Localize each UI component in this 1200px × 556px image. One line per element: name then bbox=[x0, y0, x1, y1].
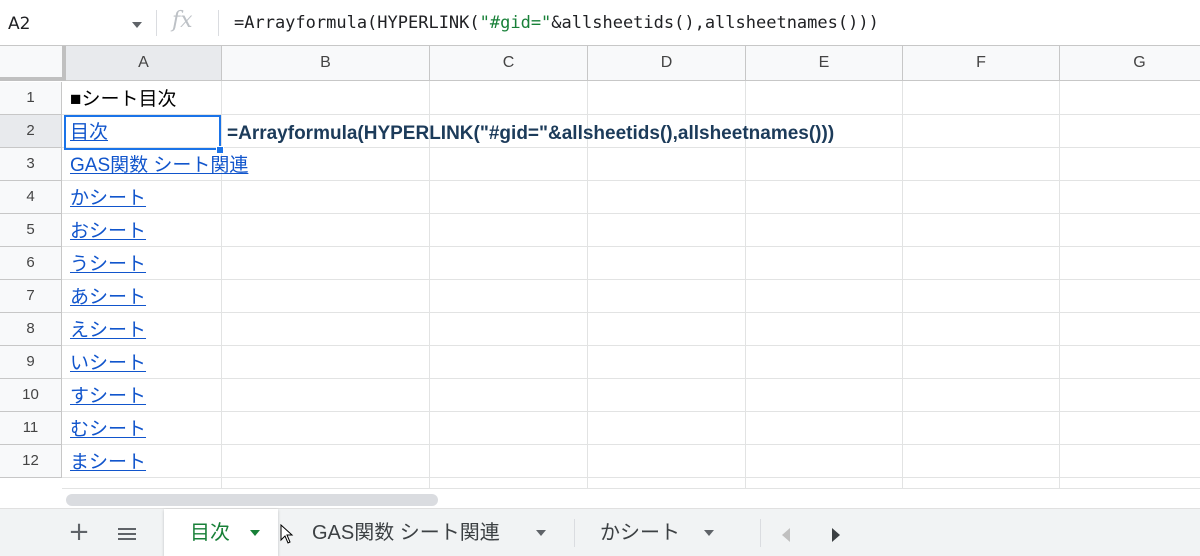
spreadsheet-grid[interactable]: A B C D E F G 1 2 3 4 5 6 7 8 9 10 11 12… bbox=[0, 46, 1200, 488]
gridline bbox=[221, 81, 222, 488]
formula-string-literal: "#gid=" bbox=[479, 13, 552, 33]
gridline bbox=[62, 246, 1200, 247]
column-header-f[interactable]: F bbox=[903, 46, 1060, 81]
chevron-down-icon[interactable] bbox=[250, 530, 260, 536]
formula-suffix: &allsheetids(),allsheetnames())) bbox=[551, 13, 879, 33]
chevron-down-icon[interactable] bbox=[704, 530, 714, 536]
gridline bbox=[62, 312, 1200, 313]
gridline bbox=[1059, 81, 1060, 488]
formula-input[interactable]: =Arrayformula(HYPERLINK("#gid="&allsheet… bbox=[234, 13, 879, 33]
column-header-c[interactable]: C bbox=[430, 46, 588, 81]
cell-a12-link[interactable]: まシート bbox=[70, 446, 146, 479]
gridline bbox=[62, 444, 1200, 445]
cell-a8-link[interactable]: えシート bbox=[70, 314, 146, 347]
sheet-tab-label: かシート bbox=[600, 522, 680, 544]
cell-a5-link[interactable]: おシート bbox=[70, 215, 146, 248]
divider bbox=[574, 519, 575, 547]
row-header-10[interactable]: 10 bbox=[0, 379, 62, 412]
select-all-corner[interactable] bbox=[0, 46, 66, 81]
gridline bbox=[62, 477, 1200, 478]
sheet-tab-label: 目次 bbox=[190, 522, 230, 544]
column-header-a[interactable]: A bbox=[66, 46, 222, 81]
column-header-d[interactable]: D bbox=[588, 46, 746, 81]
row-header-3[interactable]: 3 bbox=[0, 148, 62, 181]
column-header-b[interactable]: B bbox=[222, 46, 430, 81]
row-header-12[interactable]: 12 bbox=[0, 445, 62, 478]
divider bbox=[156, 10, 157, 36]
fx-icon: fx bbox=[172, 8, 193, 33]
gridline bbox=[62, 114, 1200, 115]
cell-b2-formula-text: =Arrayformula(HYPERLINK("#gid="&allsheet… bbox=[227, 123, 835, 144]
scrollbar-thumb[interactable] bbox=[66, 494, 438, 506]
row-header-9[interactable]: 9 bbox=[0, 346, 62, 379]
gridline bbox=[902, 81, 903, 488]
cell-a6-link[interactable]: うシート bbox=[70, 248, 146, 281]
gridline bbox=[62, 411, 1200, 412]
formula-bar: A2 fx =Arrayformula(HYPERLINK("#gid="&al… bbox=[0, 0, 1200, 46]
sheet-tab-label: GAS関数 シート関連 bbox=[312, 522, 500, 544]
chevron-down-icon[interactable] bbox=[536, 530, 546, 536]
divider bbox=[760, 519, 761, 547]
add-sheet-button[interactable]: + bbox=[66, 517, 92, 547]
row-header-5[interactable]: 5 bbox=[0, 214, 62, 247]
row-header-1[interactable]: 1 bbox=[0, 82, 62, 115]
cell-a9-link[interactable]: いシート bbox=[70, 347, 146, 380]
cell-a4-link[interactable]: かシート bbox=[70, 182, 146, 215]
scroll-tabs-left-icon[interactable] bbox=[782, 528, 790, 542]
chevron-down-icon[interactable] bbox=[132, 22, 142, 28]
cell-selection-border bbox=[64, 115, 221, 150]
all-sheets-menu-icon[interactable] bbox=[118, 528, 136, 542]
row-header-6[interactable]: 6 bbox=[0, 247, 62, 280]
cell-a1[interactable]: ■シート目次 bbox=[70, 83, 176, 116]
sheet-tab[interactable]: かシート bbox=[578, 509, 738, 556]
cell-a7-link[interactable]: あシート bbox=[70, 281, 146, 314]
row-header-4[interactable]: 4 bbox=[0, 181, 62, 214]
mouse-cursor-icon bbox=[280, 524, 294, 544]
sheet-tabs-bar: + 目次 GAS関数 シート関連 かシート bbox=[0, 508, 1200, 556]
cell-a11-link[interactable]: むシート bbox=[70, 413, 146, 446]
sheet-tab[interactable]: GAS関数 シート関連 bbox=[290, 509, 560, 556]
row-header-11[interactable]: 11 bbox=[0, 412, 62, 445]
column-header-e[interactable]: E bbox=[746, 46, 903, 81]
gridline bbox=[62, 378, 1200, 379]
gridline bbox=[62, 345, 1200, 346]
column-header-g[interactable]: G bbox=[1060, 46, 1200, 81]
row-header-8[interactable]: 8 bbox=[0, 313, 62, 346]
gridline bbox=[62, 279, 1200, 280]
row-header-2[interactable]: 2 bbox=[0, 115, 62, 148]
sheet-tab-active[interactable]: 目次 bbox=[164, 509, 278, 556]
cell-reference[interactable]: A2 bbox=[8, 14, 30, 34]
scroll-tabs-right-icon[interactable] bbox=[832, 528, 840, 542]
formula-prefix: =Arrayformula(HYPERLINK( bbox=[234, 13, 480, 33]
horizontal-scrollbar[interactable] bbox=[62, 488, 1200, 508]
gridline bbox=[62, 213, 1200, 214]
row-header-7[interactable]: 7 bbox=[0, 280, 62, 313]
divider bbox=[218, 10, 219, 36]
name-box[interactable]: A2 bbox=[0, 8, 152, 38]
cell-a10-link[interactable]: すシート bbox=[70, 380, 146, 413]
fill-handle[interactable] bbox=[216, 146, 224, 154]
